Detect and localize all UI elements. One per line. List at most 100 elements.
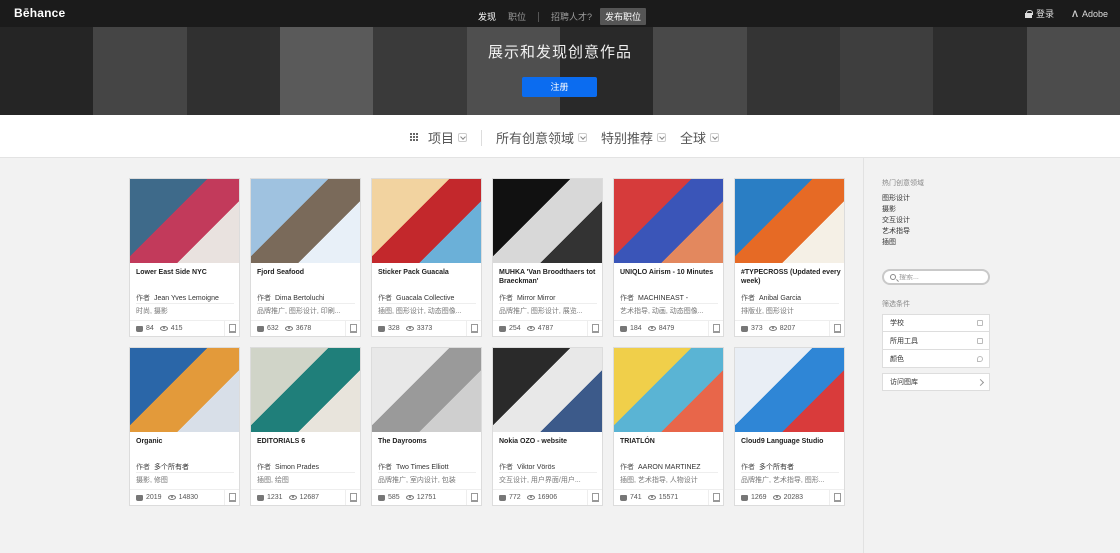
- project-title[interactable]: EDITORIALS 6: [257, 437, 357, 446]
- popular-field-link[interactable]: 插图: [882, 238, 990, 247]
- owner-name[interactable]: Dima Bertoluchi: [275, 295, 324, 302]
- popular-field-link[interactable]: 艺术指导: [882, 227, 990, 236]
- save-collection-icon[interactable]: [587, 490, 602, 505]
- project-thumbnail[interactable]: [614, 348, 723, 432]
- adobe-link[interactable]: Λ Adobe: [1072, 9, 1108, 19]
- popular-field-link[interactable]: 摄影: [882, 205, 990, 214]
- save-collection-icon[interactable]: [224, 321, 239, 336]
- owner-name[interactable]: Viktor Vörös: [517, 464, 555, 471]
- project-title[interactable]: Fjord Seafood: [257, 268, 357, 277]
- save-collection-icon[interactable]: [345, 321, 360, 336]
- save-collection-icon[interactable]: [224, 490, 239, 505]
- project-fields[interactable]: 品牌推广, 室内设计, 包装: [378, 475, 478, 485]
- save-collection-icon[interactable]: [345, 490, 360, 505]
- project-thumbnail[interactable]: [372, 348, 481, 432]
- project-title[interactable]: Sticker Pack Guacala: [378, 268, 478, 277]
- save-collection-icon[interactable]: [708, 490, 723, 505]
- owner-name[interactable]: MACHINEAST -: [638, 295, 688, 302]
- filter-projects[interactable]: 项目: [410, 128, 468, 147]
- project-thumbnail[interactable]: [493, 179, 602, 263]
- project-thumbnail[interactable]: [372, 179, 481, 263]
- owner-name[interactable]: AARON MARTINEZ: [638, 464, 701, 471]
- project-title[interactable]: MUHKA 'Van Broodthaers tot Braeckman': [499, 268, 599, 286]
- project-title[interactable]: Nokia OZO - website: [499, 437, 599, 446]
- owner-name[interactable]: Two Times Elliott: [396, 464, 449, 471]
- owner-name[interactable]: 多个所有者: [154, 464, 189, 471]
- owner-prefix: 作者: [378, 295, 392, 302]
- behance-logo[interactable]: Bēhance: [14, 6, 65, 20]
- project-card[interactable]: The Dayrooms 作者 Two Times Elliott 品牌推广, 室…: [371, 347, 482, 506]
- project-fields[interactable]: 艺术指导, 动画, 动态图像...: [620, 306, 720, 316]
- hire-talent-link[interactable]: 招聘人才?: [551, 10, 592, 23]
- project-fields[interactable]: 交互设计, 用户界面/用户...: [499, 475, 599, 485]
- project-card[interactable]: Organic 作者 多个所有者 摄影, 修图 2019 14830: [129, 347, 240, 506]
- sidebar-divider: [863, 158, 864, 553]
- filter-school[interactable]: 学校: [882, 314, 990, 332]
- project-card[interactable]: Cloud9 Language Studio 作者 多个所有者 品牌推广, 艺术指…: [734, 347, 845, 506]
- project-thumbnail[interactable]: [130, 179, 239, 263]
- view-count: 415: [170, 325, 183, 332]
- popular-field-link[interactable]: 交互设计: [882, 216, 990, 225]
- signup-button[interactable]: 注册: [522, 77, 597, 97]
- project-title[interactable]: The Dayrooms: [378, 437, 478, 446]
- owner-name[interactable]: Mirror Mirror: [517, 295, 556, 302]
- save-collection-icon[interactable]: [466, 321, 481, 336]
- search-box[interactable]: [882, 269, 990, 285]
- project-title[interactable]: Lower East Side NYC: [136, 268, 236, 277]
- project-thumbnail[interactable]: [251, 348, 360, 432]
- owner-name[interactable]: 多个所有者: [759, 464, 794, 471]
- owner-name[interactable]: Jean Yves Lemoigne: [154, 295, 219, 302]
- save-collection-icon[interactable]: [587, 321, 602, 336]
- visit-gallery-button[interactable]: 访问图库: [882, 373, 990, 391]
- save-collection-icon[interactable]: [708, 321, 723, 336]
- project-stats: 373 8207: [735, 320, 844, 336]
- project-card[interactable]: UNIQLO Airism - 10 Minutes 作者 MACHINEAST …: [613, 178, 724, 337]
- project-fields[interactable]: 品牌推广, 艺术指导, 图形...: [741, 475, 841, 485]
- project-fields[interactable]: 插图, 绘图: [257, 475, 357, 485]
- project-card[interactable]: Nokia OZO - website 作者 Viktor Vörös 交互设计,…: [492, 347, 603, 506]
- owner-name[interactable]: Anibal Garcia: [759, 295, 801, 302]
- project-card[interactable]: MUHKA 'Van Broodthaers tot Braeckman' 作者…: [492, 178, 603, 337]
- project-fields[interactable]: 品牌推广, 图形设计, 印刷...: [257, 306, 357, 316]
- project-title[interactable]: Cloud9 Language Studio: [741, 437, 841, 446]
- project-card[interactable]: TRIATLÓN 作者 AARON MARTINEZ 插图, 艺术指导, 人物设计…: [613, 347, 724, 506]
- save-collection-icon[interactable]: [466, 490, 481, 505]
- owner-name[interactable]: Guacala Collective: [396, 295, 454, 302]
- project-card[interactable]: #TYPECROSS (Updated every week) 作者 Anibal…: [734, 178, 845, 337]
- nav-discover[interactable]: 发现: [478, 10, 496, 23]
- filter-creative-fields[interactable]: 所有创意领域: [496, 128, 588, 147]
- project-title[interactable]: #TYPECROSS (Updated every week): [741, 268, 841, 286]
- save-collection-icon[interactable]: [829, 490, 844, 505]
- project-fields[interactable]: 排版业, 图形设计: [741, 306, 841, 316]
- project-fields[interactable]: 插图, 图形设计, 动态图像...: [378, 306, 478, 316]
- project-fields[interactable]: 时尚, 摄影: [136, 306, 236, 316]
- project-thumbnail[interactable]: [735, 179, 844, 263]
- owner-name[interactable]: Simon Prades: [275, 464, 319, 471]
- hero-title: 展示和发现创意作品: [487, 44, 632, 61]
- project-fields[interactable]: 摄影, 修图: [136, 475, 236, 485]
- project-thumbnail[interactable]: [735, 348, 844, 432]
- project-card[interactable]: Lower East Side NYC 作者 Jean Yves Lemoigne…: [129, 178, 240, 337]
- project-thumbnail[interactable]: [130, 348, 239, 432]
- search-input[interactable]: [899, 273, 979, 281]
- project-fields[interactable]: 品牌推广, 图形设计, 展览...: [499, 306, 599, 316]
- filter-featured[interactable]: 特别推荐: [601, 128, 667, 147]
- project-card[interactable]: Fjord Seafood 作者 Dima Bertoluchi 品牌推广, 图形…: [250, 178, 361, 337]
- post-job-button[interactable]: 发布职位: [600, 8, 647, 25]
- login-button[interactable]: 登录: [1024, 7, 1054, 20]
- project-thumbnail[interactable]: [251, 179, 360, 263]
- project-card[interactable]: Sticker Pack Guacala 作者 Guacala Collectiv…: [371, 178, 482, 337]
- popular-field-link[interactable]: 图形设计: [882, 194, 990, 203]
- save-collection-icon[interactable]: [829, 321, 844, 336]
- filter-tools[interactable]: 所用工具: [882, 332, 990, 350]
- project-thumbnail[interactable]: [614, 179, 723, 263]
- filter-color[interactable]: 颜色: [882, 350, 990, 368]
- project-fields[interactable]: 插图, 艺术指导, 人物设计: [620, 475, 720, 485]
- project-thumbnail[interactable]: [493, 348, 602, 432]
- nav-jobs[interactable]: 职位: [508, 10, 526, 23]
- filter-location[interactable]: 全球: [680, 128, 720, 147]
- project-title[interactable]: Organic: [136, 437, 236, 446]
- project-title[interactable]: TRIATLÓN: [620, 437, 720, 446]
- project-title[interactable]: UNIQLO Airism - 10 Minutes: [620, 268, 720, 277]
- project-card[interactable]: EDITORIALS 6 作者 Simon Prades 插图, 绘图 1231 …: [250, 347, 361, 506]
